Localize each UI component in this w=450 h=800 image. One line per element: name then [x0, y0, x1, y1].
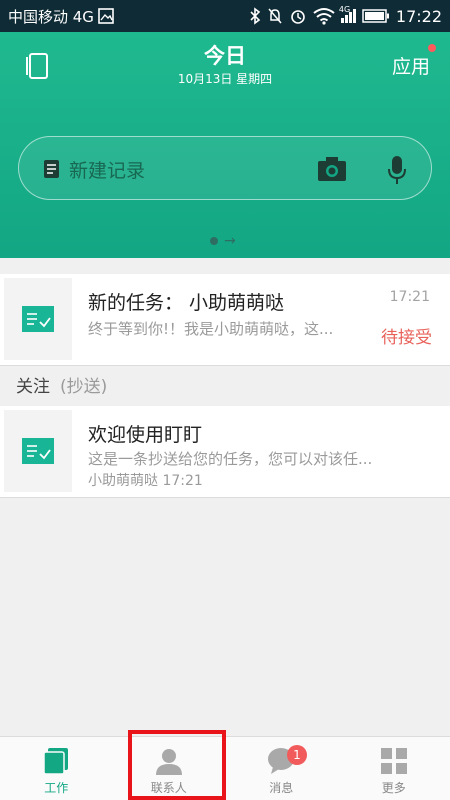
header: 今日 10月13日 星期四 应用 新建记录: [0, 32, 450, 258]
apps-button[interactable]: 应用: [392, 52, 430, 79]
microphone-icon[interactable]: [387, 155, 407, 185]
followed-task-description: 这是一条抄送给您的任务，您可以对该任...: [88, 450, 373, 468]
task-status: 待接受: [381, 328, 432, 348]
mute-icon: [268, 8, 282, 24]
bluetooth-icon: [250, 7, 261, 25]
task-card-icon: [22, 306, 54, 332]
task-title: 新的任务： 小助萌萌哒: [88, 292, 285, 314]
apps-notification-dot: [428, 44, 436, 52]
network-badge: 4G: [338, 5, 351, 14]
camera-icon[interactable]: [317, 156, 347, 182]
bottom-tab-bar: 工作 联系人 1 消息 更多: [0, 736, 450, 800]
grid-icon: [380, 748, 407, 774]
status-icons: 4G 17:22: [249, 5, 442, 26]
messages-badge: 1: [287, 745, 307, 765]
follow-label: 关注: [16, 377, 50, 397]
wifi-icon: [313, 8, 335, 25]
title-block: 今日 10月13日 星期四: [0, 42, 450, 88]
page-title: 今日: [204, 44, 246, 68]
followed-task-title: 欢迎使用盯盯: [88, 424, 203, 446]
followed-task-meta: 小助萌萌哒 17:21: [88, 473, 203, 489]
alarm-icon: [291, 10, 305, 24]
task-card[interactable]: 新的任务： 小助萌萌哒 终于等到你!！我是小助萌萌哒，这... 17:21 待接…: [0, 274, 450, 366]
tab-contacts[interactable]: 联系人: [113, 737, 226, 800]
follow-sub-label: (抄送): [60, 377, 108, 397]
followed-task-thumbnail: [4, 410, 72, 492]
work-icon: [43, 748, 69, 775]
carrier-info: 中国移动 4G: [8, 6, 114, 27]
followed-task-card[interactable]: 欢迎使用盯盯 这是一条抄送给您的任务，您可以对该任... 小助萌萌哒 17:21: [0, 406, 450, 498]
tab-contacts-label: 联系人: [150, 781, 187, 795]
task-time: 17:21: [389, 289, 430, 305]
task-card-icon: [22, 438, 54, 464]
image-icon: [98, 8, 114, 24]
new-record-placeholder: 新建记录: [69, 160, 146, 182]
page-date: 10月13日 星期四: [177, 72, 273, 86]
battery-icon: [362, 9, 389, 23]
tab-work-label: 工作: [44, 781, 69, 795]
note-icon: [44, 160, 59, 178]
tab-more-label: 更多: [381, 781, 406, 795]
carrier-label: 中国移动 4G: [8, 7, 94, 26]
tab-messages-label: 消息: [269, 781, 294, 795]
page-dot: [210, 237, 218, 245]
follow-section-label: 关注 (抄送): [16, 372, 107, 397]
tab-work[interactable]: 工作: [0, 737, 113, 800]
task-description: 终于等到你!！我是小助萌萌哒，这...: [88, 320, 334, 338]
new-record-input[interactable]: 新建记录: [18, 136, 432, 200]
next-page-arrow-icon: →: [224, 233, 236, 249]
task-thumbnail: [4, 278, 72, 360]
tab-messages[interactable]: 1 消息: [225, 737, 338, 800]
tab-more[interactable]: 更多: [338, 737, 450, 800]
page-indicator: →: [210, 233, 236, 249]
status-bar: 中国移动 4G 4G 17:22: [0, 0, 450, 32]
contacts-icon: [155, 749, 182, 775]
signal-indicator: 4G: [339, 5, 356, 23]
clock: 17:22: [395, 6, 442, 26]
